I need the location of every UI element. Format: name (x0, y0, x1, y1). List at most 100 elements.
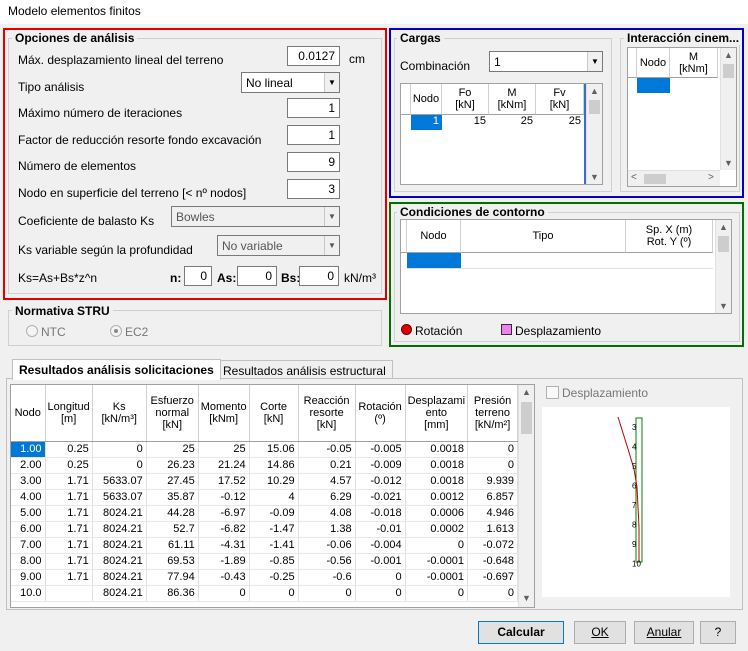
table-cell[interactable]: -0.01 (355, 521, 406, 538)
table-cell[interactable]: -0.6 (298, 569, 356, 586)
tipo-analisis-select[interactable]: No lineal ▼ (241, 72, 340, 93)
scroll-down-icon[interactable]: ▼ (716, 299, 731, 313)
table-cell[interactable]: 77.94 (146, 569, 199, 586)
scroll-up-icon[interactable]: ▲ (519, 385, 534, 399)
table-cell[interactable]: 4.57 (298, 473, 356, 490)
table-cell[interactable]: 44.28 (146, 505, 199, 522)
table-cell[interactable]: 2.00 (11, 457, 46, 474)
ks-variable-select[interactable]: No variable ▼ (217, 235, 340, 256)
table-cell[interactable]: -0.021 (355, 489, 406, 506)
combinacion-select[interactable]: 1 ▼ (489, 51, 603, 72)
table-cell[interactable]: 5633.07 (92, 473, 147, 490)
elementos-input[interactable]: 9 (287, 152, 340, 172)
contorno-scrollbar[interactable]: ▲ ▼ (715, 220, 731, 313)
table-cell[interactable]: -0.005 (355, 441, 406, 458)
table-cell[interactable]: 0.21 (298, 457, 356, 474)
table-cell[interactable]: 5.00 (11, 505, 46, 522)
interaccion-hscroll[interactable]: < > (628, 170, 720, 186)
table-cell[interactable]: 0 (298, 585, 356, 602)
table-row[interactable]: 5.00 1.71 8024.21 44.28 -6.97 -0.09 4.08 -0.018… (11, 505, 519, 522)
table-cell[interactable]: -0.001 (355, 553, 406, 570)
chevron-down-icon[interactable]: ▼ (324, 73, 339, 92)
table-cell[interactable]: 1.71 (45, 489, 93, 506)
table-cell[interactable]: -1.89 (198, 553, 250, 570)
table-cell[interactable]: 86.36 (146, 585, 199, 602)
scroll-thumb[interactable] (644, 174, 666, 184)
table-cell[interactable]: 8024.21 (92, 537, 147, 554)
table-cell[interactable]: 0.25 (45, 441, 93, 458)
scroll-up-icon[interactable]: ▲ (716, 220, 731, 234)
table-cell[interactable]: 0 (92, 457, 147, 474)
table-cell[interactable]: 3.00 (11, 473, 46, 490)
table-cell[interactable]: 8024.21 (92, 521, 147, 538)
scroll-up-icon[interactable]: ▲ (587, 84, 602, 98)
table-cell[interactable]: -4.31 (198, 537, 250, 554)
table-cell[interactable]: -0.85 (249, 553, 299, 570)
scroll-right-icon[interactable]: > (708, 172, 714, 183)
table-cell[interactable]: 0.0006 (405, 505, 469, 522)
table-cell[interactable]: -0.012 (355, 473, 406, 490)
table-row[interactable]: 7.00 1.71 8024.21 61.11 -4.31 -1.41 -0.06 -0.00… (11, 537, 519, 554)
scroll-left-icon[interactable]: < (631, 172, 637, 183)
table-row[interactable]: 10.0 8024.21 86.36 0 0 0 0 0 0 (11, 585, 519, 602)
table-cell[interactable]: 1.71 (45, 473, 93, 490)
cargas-scrollbar[interactable]: ▲ ▼ (586, 84, 602, 184)
desplazamiento-checkbox-label[interactable]: Desplazamiento (562, 386, 648, 400)
table-cell[interactable]: 8.00 (11, 553, 46, 570)
scroll-thumb[interactable] (521, 402, 532, 434)
table-cell[interactable]: 4.00 (11, 489, 46, 506)
scroll-down-icon[interactable]: ▼ (519, 591, 534, 605)
chevron-down-icon[interactable]: ▼ (324, 207, 339, 226)
table-cell[interactable]: -0.09 (249, 505, 299, 522)
table-cell[interactable]: 52.7 (146, 521, 199, 538)
table-cell[interactable]: 21.24 (198, 457, 250, 474)
table-row[interactable]: 6.00 1.71 8024.21 52.7 -6.82 -1.47 1.38 -0.01 0.… (11, 521, 519, 538)
table-cell[interactable]: 61.11 (146, 537, 199, 554)
table-cell[interactable]: 0 (92, 441, 147, 458)
table-cell[interactable]: 6.857 (467, 489, 519, 506)
table-cell[interactable]: 17.52 (198, 473, 250, 490)
table-cell[interactable]: 6.29 (298, 489, 356, 506)
table-cell[interactable]: -0.06 (298, 537, 356, 554)
table-cell[interactable]: 0 (355, 585, 406, 602)
table-cell[interactable]: 0 (198, 585, 250, 602)
table-cell[interactable]: 0.0018 (405, 457, 469, 474)
cargas-grid[interactable]: Nodo Fo [kN] M [kNm] Fv [kN] 1 15 25 25 … (400, 83, 603, 185)
table-row[interactable]: 1.00 0.25 0 25 25 15.06 -0.05 -0.005 0.0018 0 (11, 441, 519, 458)
scroll-thumb[interactable] (718, 236, 729, 252)
resultados-grid[interactable]: Nodo Longitud [m] Ks [kN/m³] Esfuerzo norma… (10, 384, 535, 608)
table-cell[interactable]: -0.12 (198, 489, 250, 506)
table-cell[interactable]: 4.946 (467, 505, 519, 522)
ntc-radio[interactable] (26, 325, 38, 337)
contorno-selected-cell[interactable] (407, 253, 461, 268)
table-cell[interactable]: 0 (355, 569, 406, 586)
table-cell[interactable]: 1.71 (45, 569, 93, 586)
table-cell[interactable]: -0.25 (249, 569, 299, 586)
table-cell[interactable]: -6.97 (198, 505, 250, 522)
bs-input[interactable]: 0 (299, 266, 339, 286)
table-cell[interactable]: 8024.21 (92, 553, 147, 570)
table-cell[interactable]: 9.00 (11, 569, 46, 586)
table-cell[interactable]: 69.53 (146, 553, 199, 570)
scroll-thumb[interactable] (589, 100, 600, 114)
scroll-down-icon[interactable]: ▼ (587, 170, 602, 184)
help-button[interactable]: ? (700, 621, 736, 644)
iteraciones-input[interactable]: 1 (287, 98, 340, 118)
scroll-down-icon[interactable]: ▼ (721, 156, 736, 170)
table-row[interactable]: 9.00 1.71 8024.21 77.94 -0.43 -0.25 -0.6 0 -0.00… (11, 569, 519, 586)
n-input[interactable]: 0 (184, 266, 212, 286)
table-cell[interactable]: 14.86 (249, 457, 299, 474)
cargas-cell-fo[interactable]: 15 (442, 115, 489, 127)
table-row[interactable]: 3.00 1.71 5633.07 27.45 17.52 10.29 4.57 -0.012… (11, 473, 519, 490)
table-cell[interactable]: 8024.21 (92, 585, 147, 602)
factor-input[interactable]: 1 (287, 125, 340, 145)
table-cell[interactable]: -0.004 (355, 537, 406, 554)
anular-button[interactable]: Anular (634, 621, 694, 644)
interaccion-selected-cell[interactable] (637, 78, 670, 93)
table-cell[interactable]: -1.47 (249, 521, 299, 538)
table-cell[interactable]: -0.009 (355, 457, 406, 474)
scroll-up-icon[interactable]: ▲ (721, 48, 736, 62)
table-cell[interactable]: 0.0012 (405, 489, 469, 506)
table-cell[interactable]: 0 (467, 441, 519, 458)
table-cell[interactable]: 8024.21 (92, 569, 147, 586)
